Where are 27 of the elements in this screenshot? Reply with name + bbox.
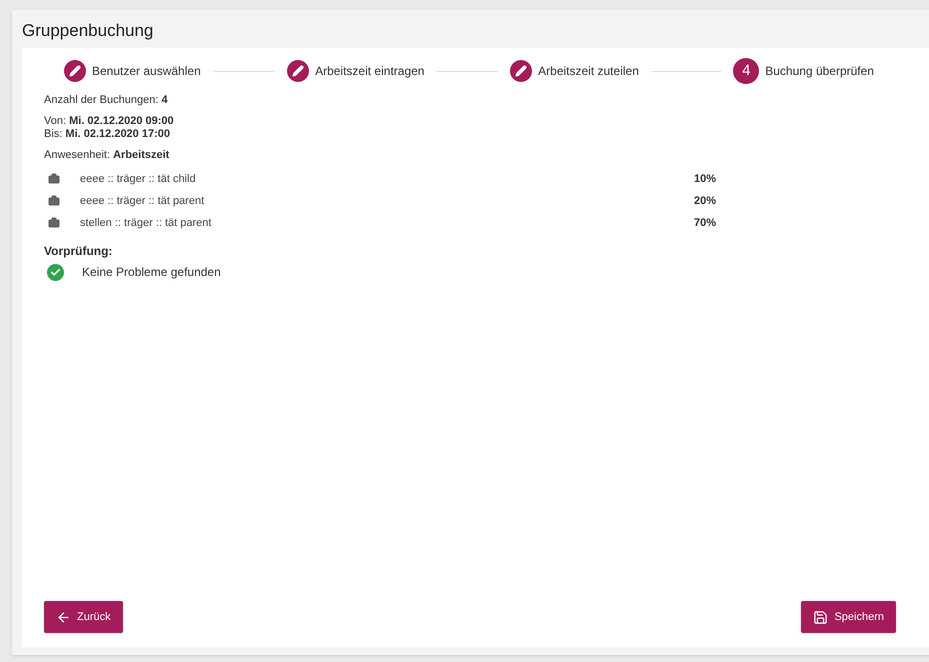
allocation-share: 20% bbox=[694, 194, 716, 209]
step-done-icon bbox=[287, 60, 310, 82]
booking-count: Anzahl der Buchungen: 4 bbox=[44, 94, 169, 107]
precheck-message: Keine Probleme gefunden bbox=[82, 264, 221, 281]
allocation-name: stellen :: träger :: tät parent bbox=[80, 216, 212, 231]
step-label[interactable]: Benutzer auswählen bbox=[92, 62, 201, 80]
allocation-name: eeee :: träger :: tät child bbox=[80, 172, 197, 187]
step-label[interactable]: Arbeitszeit eintragen bbox=[315, 62, 424, 80]
briefcase-icon bbox=[48, 217, 60, 229]
precheck-heading: Vorprüfung: bbox=[44, 243, 114, 260]
step-label[interactable]: Arbeitszeit zuteilen bbox=[538, 62, 639, 80]
from-date: Von: Mi. 02.12.2020 09:00 bbox=[44, 115, 175, 128]
step-label[interactable]: Buchung überprüfen bbox=[765, 62, 874, 80]
briefcase-icon bbox=[48, 173, 60, 185]
step-done-icon bbox=[64, 60, 86, 82]
briefcase-icon bbox=[48, 195, 60, 207]
attendance-type: Anwesenheit: Arbeitszeit bbox=[44, 149, 170, 162]
dialog-title: Gruppenbuchung bbox=[22, 20, 154, 42]
back-button[interactable]: Zurück bbox=[44, 601, 123, 633]
allocation-share: 10% bbox=[694, 172, 716, 187]
step-done-icon bbox=[510, 60, 532, 82]
allocation-share: 70% bbox=[694, 216, 716, 231]
check-icon bbox=[47, 264, 64, 280]
save-button[interactable]: Speichern bbox=[801, 601, 896, 633]
to-date: Bis: Mi. 02.12.2020 17:00 bbox=[44, 128, 171, 141]
allocation-name: eeee :: träger :: tät parent bbox=[80, 194, 206, 209]
step-number: 4 bbox=[733, 58, 760, 84]
